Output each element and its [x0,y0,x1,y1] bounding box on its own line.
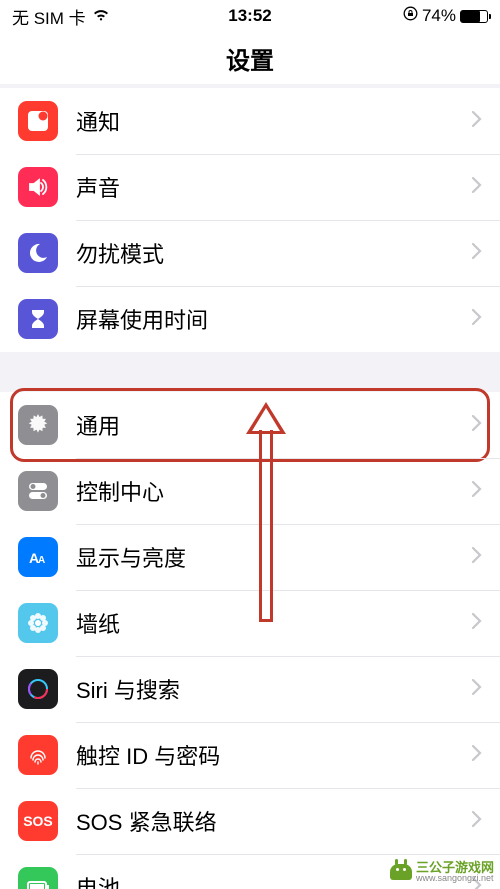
row-label: 通知 [76,105,472,137]
watermark: 三公子游戏网 www.sangongzi.net [390,861,494,883]
sounds-icon [18,167,58,207]
chevron-right-icon [472,745,482,766]
chevron-right-icon [472,177,482,198]
row-label: 显示与亮度 [76,541,472,573]
row-wallpaper[interactable]: 墙纸 [0,590,500,656]
row-label: 屏幕使用时间 [76,303,472,335]
row-label: 勿扰模式 [76,237,472,269]
settings-section-2: 通用 控制中心 AA 显示与亮度 墙纸 [0,392,500,889]
row-control-center[interactable]: 控制中心 [0,458,500,524]
battery-icon [460,10,488,23]
orientation-lock-icon [403,6,418,26]
status-bar: 无 SIM 卡 13:52 74% [0,0,500,32]
hourglass-icon [18,299,58,339]
watermark-url: www.sangongzi.net [416,874,494,883]
text-size-icon: AA [18,537,58,577]
row-label: 触控 ID 与密码 [76,739,472,771]
row-label: 通用 [76,409,472,441]
chevron-right-icon [472,679,482,700]
svg-text:A: A [38,555,45,566]
chevron-right-icon [472,613,482,634]
row-sounds[interactable]: 声音 [0,154,500,220]
chevron-right-icon [472,309,482,330]
battery-icon [18,867,58,889]
row-sos[interactable]: SOS SOS 紧急联络 [0,788,500,854]
carrier-text: 无 SIM 卡 [12,4,86,29]
row-touchid[interactable]: 触控 ID 与密码 [0,722,500,788]
switches-icon [18,471,58,511]
row-notifications[interactable]: 通知 [0,88,500,154]
siri-icon [18,669,58,709]
fingerprint-icon [18,735,58,775]
gear-icon [18,405,58,445]
row-dnd[interactable]: 勿扰模式 [0,220,500,286]
page-title: 设置 [0,32,500,84]
row-screentime[interactable]: 屏幕使用时间 [0,286,500,352]
row-label: 控制中心 [76,475,472,507]
chevron-right-icon [472,111,482,132]
row-label: Siri 与搜索 [76,673,472,705]
chevron-right-icon [472,547,482,568]
chevron-right-icon [472,243,482,264]
row-general[interactable]: 通用 [0,392,500,458]
battery-pct-text: 74% [422,6,456,26]
row-label: 墙纸 [76,607,472,639]
notifications-icon [18,101,58,141]
row-label: 声音 [76,171,472,203]
settings-section-1: 通知 声音 勿扰模式 屏幕使用时间 [0,88,500,352]
row-display[interactable]: AA 显示与亮度 [0,524,500,590]
flower-icon [18,603,58,643]
chevron-right-icon [472,415,482,436]
chevron-right-icon [472,811,482,832]
clock-text: 13:52 [228,6,271,26]
row-label: SOS 紧急联络 [76,805,472,837]
chevron-right-icon [472,481,482,502]
sos-icon: SOS [18,801,58,841]
wifi-icon [92,6,110,26]
row-siri[interactable]: Siri 与搜索 [0,656,500,722]
moon-icon [18,233,58,273]
